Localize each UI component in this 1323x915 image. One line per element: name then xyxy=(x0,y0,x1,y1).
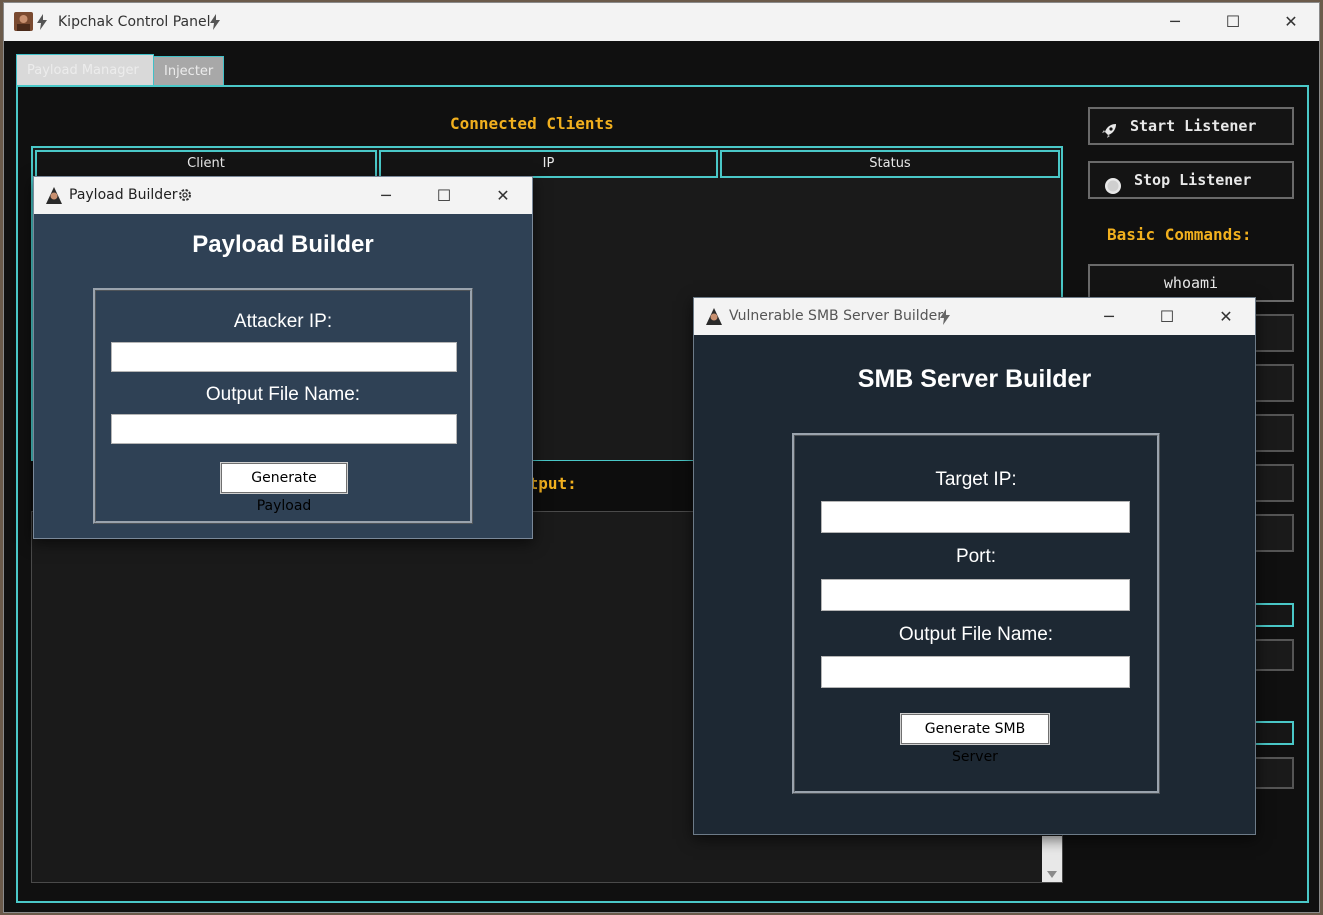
column-header-status[interactable]: Status xyxy=(720,150,1060,178)
payload-builder-window: Payload Builder ─ ☐ ✕ Payload Builder At… xyxy=(33,176,533,539)
stop-circle-icon xyxy=(1104,173,1122,207)
minimize-button[interactable]: ─ xyxy=(1146,3,1204,41)
output-file-input[interactable] xyxy=(821,656,1130,688)
tab-injecter[interactable]: Injecter xyxy=(153,56,224,86)
target-ip-label: Target IP: xyxy=(935,469,1017,490)
attacker-ip-label: Attacker IP: xyxy=(233,311,333,332)
main-titlebar[interactable]: Kipchak Control Panel ─ ☐ ✕ xyxy=(4,3,1319,41)
smb-builder-window: Vulnerable SMB Server Builder ─ ☐ ✕ SMB … xyxy=(693,297,1256,835)
attacker-ip-input[interactable] xyxy=(111,342,457,372)
payload-heading: Payload Builder xyxy=(192,231,374,258)
lightning-icon xyxy=(940,309,950,329)
stop-listener-button[interactable]: Stop Listener xyxy=(1088,161,1294,199)
scrollbar[interactable] xyxy=(1042,836,1062,882)
maximize-button[interactable]: ☐ xyxy=(415,177,473,214)
basic-commands-heading: Basic Commands: xyxy=(1107,225,1252,244)
payload-titlebar[interactable]: Payload Builder ─ ☐ ✕ xyxy=(34,177,532,214)
generate-smb-server-button[interactable]: Generate SMB Server xyxy=(900,713,1050,765)
minimize-button[interactable]: ─ xyxy=(1080,298,1138,335)
generate-payload-button[interactable]: Generate Payload xyxy=(220,462,348,514)
hacker-avatar-icon xyxy=(704,307,724,330)
hacker-avatar-icon xyxy=(14,12,33,35)
minimize-button[interactable]: ─ xyxy=(357,177,415,214)
lightning-icon xyxy=(37,14,47,34)
gear-icon xyxy=(177,187,193,207)
tab-payload-manager[interactable]: Payload Manager xyxy=(16,54,154,86)
output-file-label: Output File Name: xyxy=(205,384,361,405)
column-header-client[interactable]: Client xyxy=(35,150,377,178)
payload-window-title: Payload Builder xyxy=(69,187,178,203)
maximize-button[interactable]: ☐ xyxy=(1138,298,1196,335)
maximize-button[interactable]: ☐ xyxy=(1204,3,1262,41)
smb-window-title: Vulnerable SMB Server Builder xyxy=(729,308,943,324)
rocket-icon xyxy=(1100,118,1118,152)
lightning-icon xyxy=(210,14,220,34)
smb-titlebar[interactable]: Vulnerable SMB Server Builder ─ ☐ ✕ xyxy=(694,298,1255,335)
port-label: Port: xyxy=(955,546,997,567)
scroll-down-arrow-icon[interactable] xyxy=(1047,871,1057,878)
start-listener-button[interactable]: Start Listener xyxy=(1088,107,1294,145)
stop-listener-label: Stop Listener xyxy=(1134,171,1252,189)
output-file-label: Output File Name: xyxy=(898,624,1054,645)
close-button[interactable]: ✕ xyxy=(474,177,532,214)
column-header-ip[interactable]: IP xyxy=(379,150,718,178)
start-listener-label: Start Listener xyxy=(1130,117,1257,135)
hacker-avatar-icon xyxy=(44,186,64,209)
payload-form: Attacker IP: Output File Name: Generate … xyxy=(93,288,473,524)
whoami-label: whoami xyxy=(1163,274,1219,292)
connected-clients-heading: Connected Clients xyxy=(450,114,614,133)
window-title: Kipchak Control Panel xyxy=(58,14,211,30)
close-button[interactable]: ✕ xyxy=(1262,3,1320,41)
output-file-input[interactable] xyxy=(111,414,457,444)
port-input[interactable] xyxy=(821,579,1130,611)
smb-heading: SMB Server Builder xyxy=(857,365,1092,393)
smb-form: Target IP: Port: Output File Name: Gener… xyxy=(792,433,1160,794)
target-ip-input[interactable] xyxy=(821,501,1130,533)
close-button[interactable]: ✕ xyxy=(1197,298,1255,335)
